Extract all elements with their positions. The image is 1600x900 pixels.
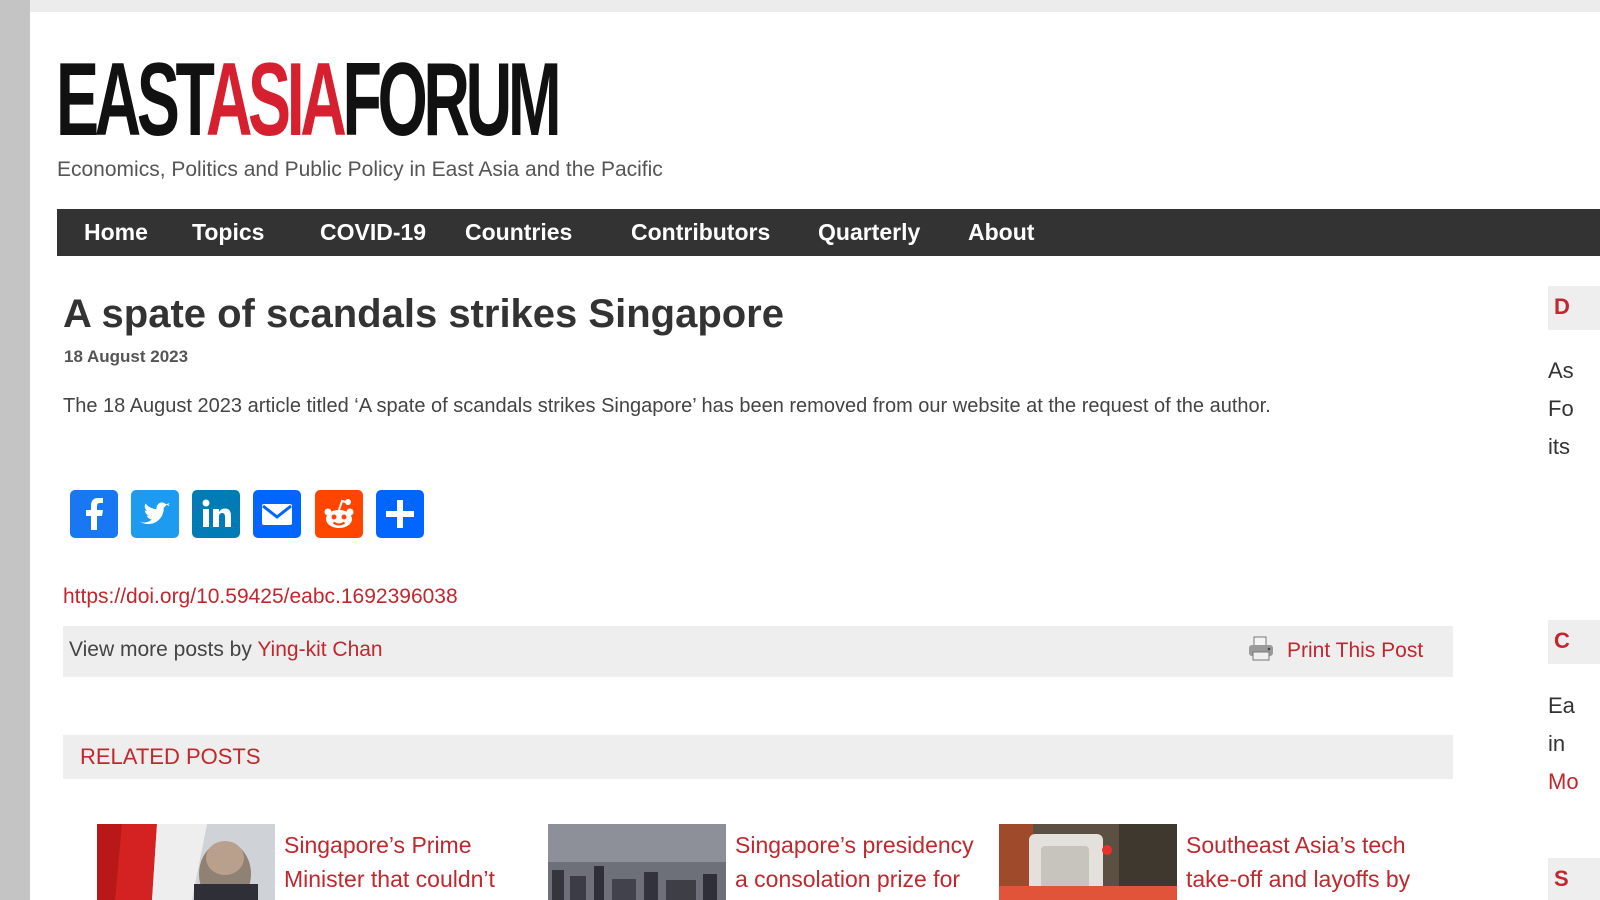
author-bar: View more posts by Ying-kit Chan Print T… <box>63 626 1453 677</box>
nav-quarterly[interactable]: Quarterly <box>818 209 920 256</box>
related-post-title-line: Singapore’s Prime <box>284 832 472 858</box>
related-post-thumbnail[interactable] <box>548 824 726 900</box>
sidebar-text: Ea <box>1548 693 1575 718</box>
nav-about[interactable]: About <box>968 209 1034 256</box>
nav-contributors[interactable]: Contributors <box>631 209 770 256</box>
logo-forum: FORUM <box>342 42 562 158</box>
related-post-title-line: Southeast Asia’s tech <box>1186 832 1406 858</box>
sidebar-widget-title: D <box>1554 294 1570 319</box>
related-post-thumbnail[interactable] <box>97 824 275 900</box>
related-post-link[interactable]: Singapore’s Prime Minister that couldn’t <box>284 828 544 896</box>
sidebar-widget-header: D <box>1548 286 1600 330</box>
reddit-share-button[interactable] <box>315 490 363 538</box>
twitter-icon <box>140 502 170 525</box>
nav-home[interactable]: Home <box>84 209 148 256</box>
printer-icon[interactable] <box>1246 634 1276 664</box>
sidebar-widget-title: C <box>1554 628 1570 653</box>
print-post-link[interactable]: Print This Post <box>1287 639 1423 663</box>
related-post-title-line: take-off and layoffs by <box>1186 866 1411 892</box>
sidebar-text: in <box>1548 731 1566 756</box>
author-link[interactable]: Ying-kit Chan <box>257 638 382 661</box>
related-posts-header: RELATED POSTS <box>63 735 1453 779</box>
related-post-thumbnail[interactable] <box>999 824 1177 900</box>
email-share-button[interactable] <box>253 490 301 538</box>
related-post-title-line: a consolation prize for <box>735 866 961 892</box>
sidebar-widget-header: C <box>1548 620 1600 664</box>
sidebar-more-link[interactable]: Mo <box>1548 769 1579 795</box>
linkedin-share-button[interactable] <box>192 490 240 538</box>
nav-topics[interactable]: Topics <box>192 209 264 256</box>
article-body: The 18 August 2023 article titled ‘A spa… <box>63 395 1271 417</box>
author-line: View more posts by Ying-kit Chan <box>69 638 383 662</box>
article-date: 18 August 2023 <box>64 347 189 366</box>
main-nav: Home Topics COVID-19 Countries Contribut… <box>57 209 1600 256</box>
sidebar-text: As <box>1548 358 1574 383</box>
top-strip <box>30 0 1600 12</box>
author-prefix-text: View more posts by <box>69 638 258 661</box>
logo-east: EAST <box>56 42 210 158</box>
more-share-button[interactable] <box>376 490 424 538</box>
email-icon <box>262 504 292 525</box>
related-post-link[interactable]: Singapore’s presidency a consolation pri… <box>735 828 995 896</box>
site-logo[interactable]: EASTASIAFORUM <box>56 48 562 152</box>
related-post-link[interactable]: Southeast Asia’s tech take-off and layof… <box>1186 828 1446 896</box>
sidebar-widget-header: S <box>1548 858 1600 900</box>
browser-left-edge <box>0 0 30 900</box>
site-tagline: Economics, Politics and Public Policy in… <box>57 158 663 181</box>
facebook-icon <box>86 498 103 530</box>
nav-covid-19[interactable]: COVID-19 <box>320 209 426 256</box>
related-posts-title: RELATED POSTS <box>80 744 261 769</box>
nav-countries[interactable]: Countries <box>465 209 572 256</box>
facebook-share-button[interactable] <box>70 490 118 538</box>
related-post-title-line: Minister that couldn’t <box>284 866 495 892</box>
article-title: A spate of scandals strikes Singapore <box>63 292 784 336</box>
reddit-icon <box>324 499 354 528</box>
related-post-title-line: Singapore’s presidency <box>735 832 974 858</box>
plus-icon <box>386 500 414 528</box>
linkedin-icon <box>202 499 231 527</box>
doi-link[interactable]: https://doi.org/10.59425/eabc.1692396038 <box>63 585 458 609</box>
sidebar-text: its <box>1548 434 1570 459</box>
sidebar-widget-title: S <box>1554 866 1569 891</box>
sidebar-text: Fo <box>1548 396 1574 421</box>
twitter-share-button[interactable] <box>131 490 179 538</box>
logo-asia: ASIA <box>205 42 347 158</box>
